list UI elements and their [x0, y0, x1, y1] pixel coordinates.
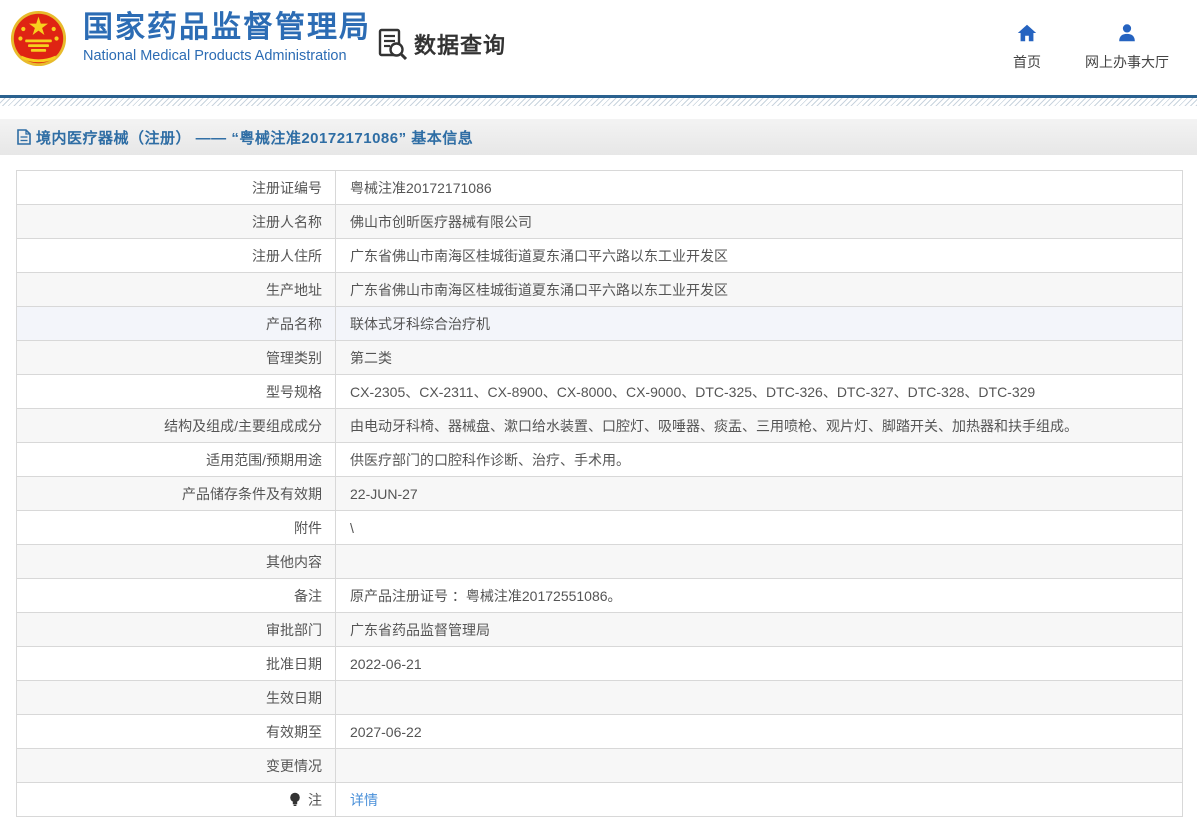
data-query-label: 数据查询 [414, 33, 507, 58]
row-value: \ [335, 510, 1183, 545]
table-row: 附件 \ [16, 510, 1183, 545]
row-label: 注册人名称 [16, 204, 336, 239]
table-row: 管理类别 第二类 [16, 340, 1183, 375]
table-row: 批准日期 2022-06-21 [16, 646, 1183, 681]
row-value [335, 748, 1183, 783]
row-value: 2027-06-22 [335, 714, 1183, 749]
user-icon [1119, 24, 1135, 42]
table-row: 备注 原产品注册证号 ：粤械注准20172551086。 [16, 578, 1183, 613]
row-label: 管理类别 [16, 340, 336, 375]
table-row: 适用范围/预期用途 供医疗部门的口腔科作诊断、治疗、手术用。 [16, 442, 1183, 477]
details-link[interactable]: 详情 [350, 792, 378, 808]
agency-title-cn: 国家药品监督管理局 [83, 10, 371, 44]
top-nav: 首页 网上办事大厅 [1013, 22, 1169, 72]
table-row: 注册证编号 粤械注准20172171086 [16, 170, 1183, 205]
table-row: 注详情 [16, 782, 1183, 817]
site-header: 国家药品监督管理局 National Medical Products Admi… [0, 0, 1197, 95]
row-value: 详情 [335, 782, 1183, 817]
row-value: 广东省药品监督管理局 [335, 612, 1183, 647]
table-row: 有效期至 2027-06-22 [16, 714, 1183, 749]
table-row: 生效日期 [16, 680, 1183, 715]
table-row: 结构及组成/主要组成成分 由电动牙科椅、器械盘、漱口给水装置、口腔灯、吸唾器、痰盂… [16, 408, 1183, 443]
table-row: 注册人住所 广东省佛山市南海区桂城街道夏东涌口平六路以东工业开发区 [16, 238, 1183, 273]
table-row: 产品储存条件及有效期 22-JUN-27 [16, 476, 1183, 511]
nav-service-hall[interactable]: 网上办事大厅 [1085, 22, 1169, 72]
row-label: 附件 [16, 510, 336, 545]
nav-home[interactable]: 首页 [1013, 22, 1041, 72]
row-label: 审批部门 [16, 612, 336, 647]
table-row: 产品名称 联体式牙科综合治疗机 [16, 306, 1183, 341]
hatch-divider [0, 98, 1197, 106]
document-icon [17, 129, 31, 145]
table-row: 审批部门 广东省药品监督管理局 [16, 612, 1183, 647]
row-label: 批准日期 [16, 646, 336, 681]
row-value: 联体式牙科综合治疗机 [335, 306, 1183, 341]
nav-service-hall-label: 网上办事大厅 [1085, 54, 1169, 70]
registration-info-table: 注册证编号 粤械注准20172171086 注册人名称 佛山市创昕医疗器械有限公司 注册… [16, 170, 1183, 817]
table-row: 注册人名称 佛山市创昕医疗器械有限公司 [16, 204, 1183, 239]
row-value: 原产品注册证号 ：粤械注准20172551086。 [335, 578, 1183, 613]
row-value: 广东省佛山市南海区桂城街道夏东涌口平六路以东工业开发区 [335, 238, 1183, 273]
row-label: 有效期至 [16, 714, 336, 749]
row-label: 注册人住所 [16, 238, 336, 273]
agency-title-en: National Medical Products Administration [83, 47, 347, 64]
row-value: 第二类 [335, 340, 1183, 375]
row-label: 结构及组成/主要组成成分 [16, 408, 336, 443]
row-value: 广东省佛山市南海区桂城街道夏东涌口平六路以东工业开发区 [335, 272, 1183, 307]
home-icon [1017, 24, 1037, 42]
row-label: 生产地址 [16, 272, 336, 307]
table-row: 变更情况 [16, 748, 1183, 783]
row-value: 2022-06-21 [335, 646, 1183, 681]
row-value: 22-JUN-27 [335, 476, 1183, 511]
row-label: 注 [16, 782, 336, 817]
row-label: 型号规格 [16, 374, 336, 409]
table-row: 其他内容 [16, 544, 1183, 579]
row-value: CX-2305、CX-2311、CX-8900、CX-8000、CX-9000、… [335, 374, 1183, 409]
row-value: 佛山市创昕医疗器械有限公司 [335, 204, 1183, 239]
row-label: 产品名称 [16, 306, 336, 341]
row-label: 产品储存条件及有效期 [16, 476, 336, 511]
row-value: 供医疗部门的口腔科作诊断、治疗、手术用。 [335, 442, 1183, 477]
data-query-section: 数据查询 [378, 28, 506, 60]
row-label: 变更情况 [16, 748, 336, 783]
row-label: 生效日期 [16, 680, 336, 715]
page-title-bar: 境内医疗器械（注册） —— “粤械注准20172171086” 基本信息 [0, 119, 1197, 155]
row-value: 由电动牙科椅、器械盘、漱口给水装置、口腔灯、吸唾器、痰盂、三用喷枪、观片灯、脚踏… [335, 408, 1183, 443]
table-row: 型号规格 CX-2305、CX-2311、CX-8900、CX-8000、CX-9… [16, 374, 1183, 409]
page-title: 境内医疗器械（注册） —— “粤械注准20172171086” 基本信息 [36, 129, 474, 147]
national-emblem-icon [10, 10, 67, 67]
nav-home-label: 首页 [1013, 54, 1041, 70]
row-label: 注册证编号 [16, 170, 336, 205]
bulb-icon [290, 792, 300, 806]
row-value [335, 680, 1183, 715]
row-value: 粤械注准20172171086 [335, 170, 1183, 205]
row-label: 备注 [16, 578, 336, 613]
row-label: 其他内容 [16, 544, 336, 579]
table-row: 生产地址 广东省佛山市南海区桂城街道夏东涌口平六路以东工业开发区 [16, 272, 1183, 307]
row-value [335, 544, 1183, 579]
data-query-icon [378, 28, 408, 60]
row-label: 适用范围/预期用途 [16, 442, 336, 477]
agency-logo: 国家药品监督管理局 National Medical Products Admi… [10, 7, 371, 67]
